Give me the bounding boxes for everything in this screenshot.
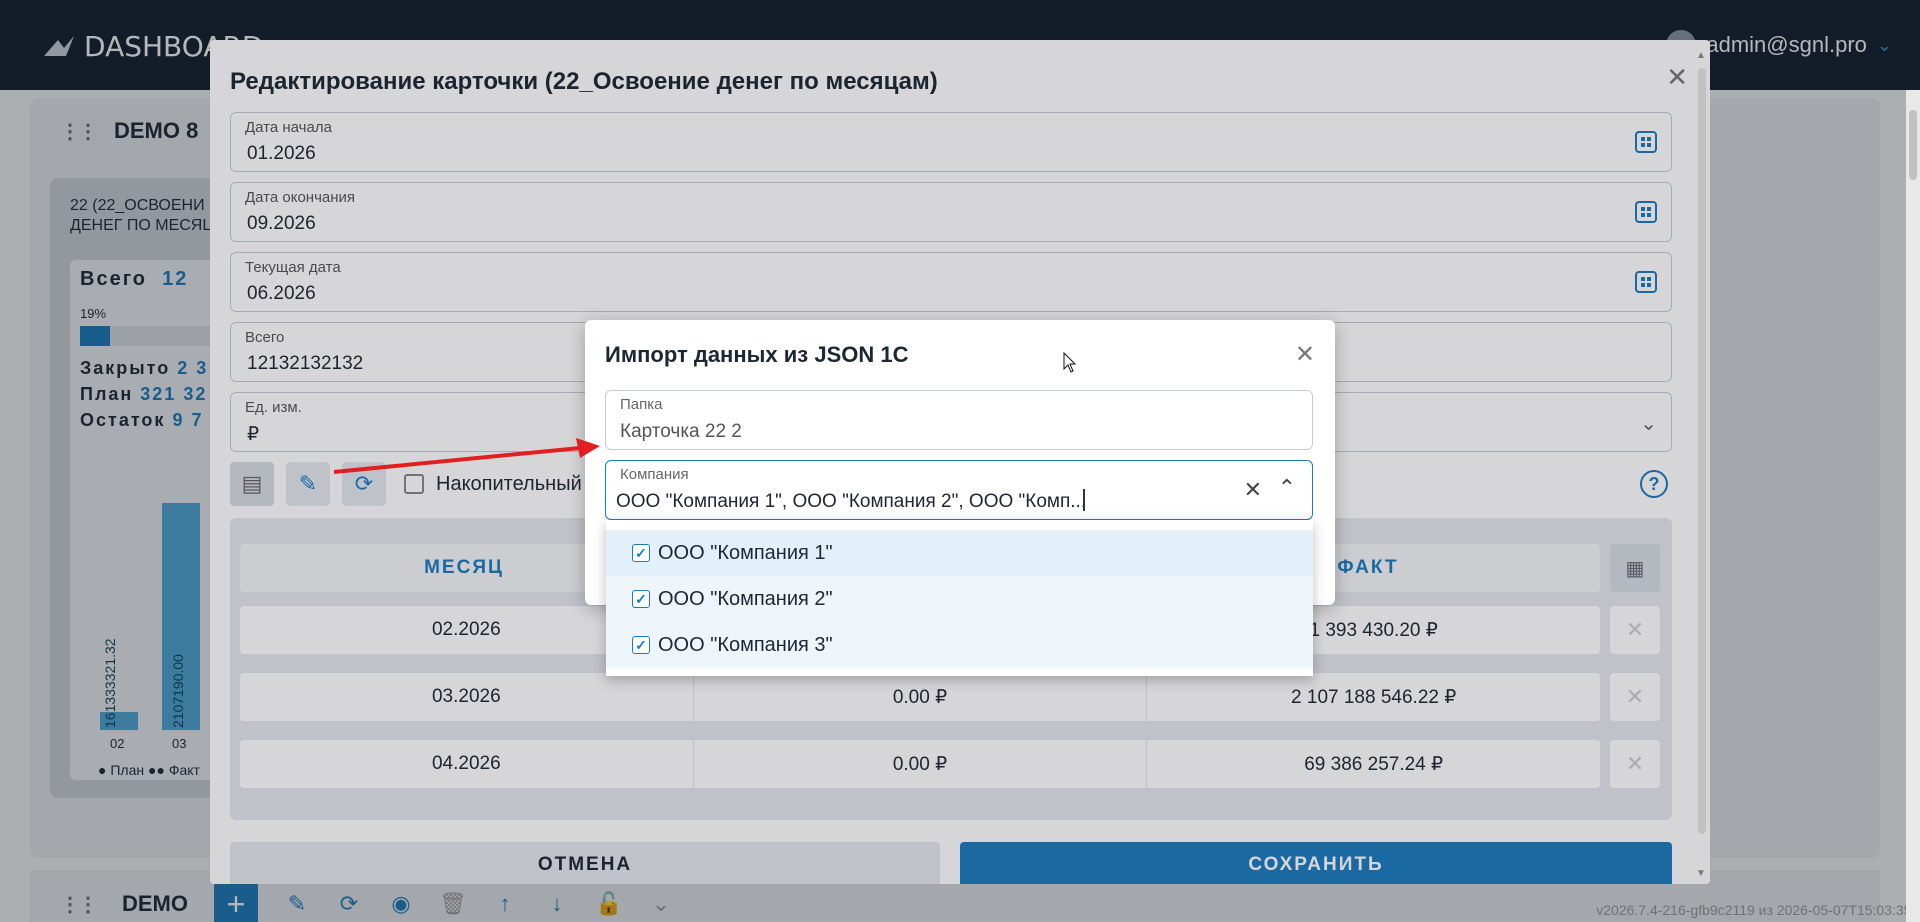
dropdown-option[interactable]: ✓ ООО "Компания 1" xyxy=(606,530,1313,576)
text-caret xyxy=(1083,489,1085,511)
company-dropdown: ✓ ООО "Компания 1" ✓ ООО "Компания 2" ✓ … xyxy=(606,520,1313,676)
option-label: ООО "Компания 3" xyxy=(658,633,833,656)
mouse-cursor-icon xyxy=(1063,352,1077,373)
checkbox-checked-icon[interactable]: ✓ xyxy=(632,636,650,654)
option-label: ООО "Компания 1" xyxy=(658,541,833,564)
company-value: ООО "Компания 1", ООО "Компания 2", ООО … xyxy=(616,491,1087,512)
modal-scrollbar-thumb[interactable] xyxy=(1698,68,1706,834)
company-label: Компания xyxy=(620,466,689,483)
scroll-down-icon[interactable]: ▼ xyxy=(1696,868,1706,879)
dropdown-option[interactable]: ✓ ООО "Компания 3" xyxy=(606,622,1313,668)
page-scrollbar[interactable] xyxy=(1906,90,1920,922)
page-scrollbar-thumb[interactable] xyxy=(1909,110,1917,180)
checkbox-checked-icon[interactable]: ✓ xyxy=(632,544,650,562)
option-label: ООО "Компания 2" xyxy=(658,587,833,610)
annotation-arrow xyxy=(333,438,600,474)
modal-scrollbar[interactable]: ▲ ▼ xyxy=(1696,50,1708,880)
checkbox-checked-icon[interactable]: ✓ xyxy=(632,590,650,608)
dialog-title: Импорт данных из JSON 1С xyxy=(605,342,909,367)
folder-label: Папка xyxy=(620,396,663,413)
scroll-up-icon[interactable]: ▲ xyxy=(1696,50,1706,61)
dropdown-option[interactable]: ✓ ООО "Компания 2" xyxy=(606,576,1313,622)
folder-value: Карточка 22 2 xyxy=(620,421,742,442)
clear-icon[interactable]: ✕ xyxy=(1244,477,1262,503)
folder-field[interactable]: Папка Карточка 22 2 xyxy=(605,390,1313,450)
chevron-up-icon[interactable]: ⌃ xyxy=(1278,475,1296,501)
company-multiselect[interactable]: Компания ООО "Компания 1", ООО "Компания… xyxy=(605,460,1313,520)
close-icon[interactable]: ✕ xyxy=(1295,340,1315,369)
